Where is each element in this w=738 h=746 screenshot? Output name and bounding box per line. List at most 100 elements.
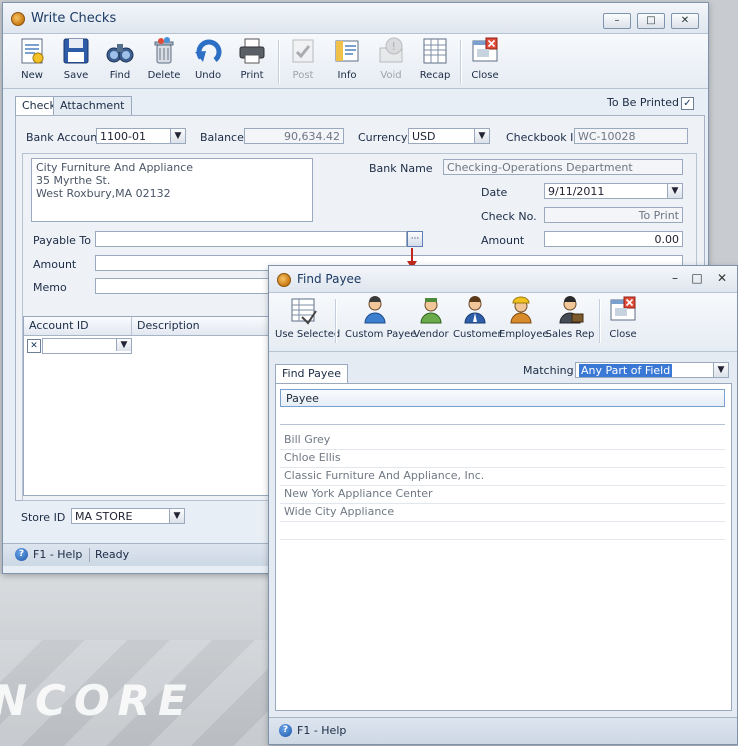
account-id-cell-select[interactable]: ▼ [42,338,132,354]
info-icon [332,36,362,66]
find-title-bar[interactable]: Find Payee – □ ✕ [269,266,737,293]
new-button[interactable]: New [10,36,54,81]
customer-label: Customer [453,329,502,340]
find-payee-ellipsis-button[interactable]: ··· [407,231,423,247]
to-be-printed-checkbox[interactable]: ✓ [681,97,694,110]
chevron-down-icon[interactable]: ▼ [713,363,728,377]
store-id-value: MA STORE [75,510,133,523]
tab-attachment[interactable]: Attachment [53,96,132,115]
column-account-id[interactable]: Account ID [24,317,132,335]
undo-button[interactable]: Undo [186,36,230,81]
binoculars-icon [105,36,135,66]
employee-label: Employee [499,329,549,340]
date-label: Date [481,186,508,199]
ready-status: Ready [95,548,130,561]
find-minimize-button[interactable]: – [667,270,683,286]
address-line-1: City Furniture And Appliance [36,161,194,174]
close-window-button[interactable]: ✕ [671,13,699,29]
employee-icon [506,295,536,325]
sales-rep-label: Sales Rep [545,329,595,340]
void-icon: ! [376,36,406,66]
address-line-2: 35 Myrthe St. [36,174,111,187]
custom-payee-button[interactable]: Custom Payee [345,295,416,340]
minimize-button[interactable]: – [603,13,631,29]
find-button[interactable]: Find [98,36,142,81]
vendor-label: Vendor [413,329,449,340]
matching-select[interactable]: Any Part of Field ▼ [575,362,729,378]
list-item[interactable]: New York Appliance Center [280,485,725,504]
find-help-status[interactable]: F1 - Help [297,724,346,737]
post-button[interactable]: Post [281,36,325,81]
payable-to-label: Payable To [33,234,92,247]
info-label: Info [337,70,357,81]
delete-label: Delete [147,70,181,81]
employee-button[interactable]: Employee [499,295,549,340]
list-item[interactable]: Bill Grey [280,431,725,450]
chevron-down-icon[interactable]: ▼ [667,184,682,198]
trash-can-icon [149,36,179,66]
bank-account-select[interactable]: 1100-01 ▼ [96,128,186,144]
info-button[interactable]: Info [325,36,369,81]
chevron-down-icon[interactable]: ▼ [169,509,184,523]
customer-button[interactable]: Customer [453,295,502,340]
find-close-button[interactable]: Close [601,295,645,340]
custom-payee-icon [360,295,390,325]
delete-button[interactable]: Delete [142,36,186,81]
floppy-disk-icon [61,36,91,66]
main-toolbar: New Save Find Delete Undo Print Post Inf… [3,34,708,89]
find-app-icon [277,273,291,287]
date-picker[interactable]: 9/11/2011 ▼ [544,183,683,199]
row-delete-marker[interactable]: ✕ [27,339,41,353]
column-payee[interactable]: Payee [280,389,725,407]
date-value: 9/11/2011 [548,185,605,198]
recap-button[interactable]: Recap [413,36,457,81]
amount-right-field[interactable]: 0.00 [544,231,683,247]
amount-right-label: Amount [481,234,525,247]
currency-value: USD [412,130,436,143]
chevron-down-icon[interactable]: ▼ [474,129,489,143]
save-button[interactable]: Save [54,36,98,81]
check-no-field: To Print [544,207,683,223]
print-label: Print [240,70,264,81]
matching-value: Any Part of Field [579,364,673,377]
vendor-button[interactable]: Vendor [409,295,453,340]
currency-select[interactable]: USD ▼ [408,128,490,144]
use-selected-button[interactable]: Use Selected [275,295,340,340]
post-icon [288,36,318,66]
chevron-down-icon[interactable]: ▼ [116,339,131,351]
maximize-button[interactable]: □ [637,13,665,29]
sales-rep-button[interactable]: Sales Rep [545,295,595,340]
new-label: New [21,70,43,81]
toolbar-separator [335,299,337,343]
help-status[interactable]: F1 - Help [33,548,82,561]
close-button[interactable]: Close [463,36,507,81]
find-close-label: Close [609,329,637,340]
checkbook-id-field: WC-10028 [574,128,688,144]
print-button[interactable]: Print [230,36,274,81]
find-close-window-button[interactable]: ✕ [714,270,730,286]
find-window-title: Find Payee [297,272,362,286]
void-button[interactable]: ! Void [369,36,413,81]
payee-address-box[interactable]: City Furniture And Appliance 35 Myrthe S… [31,158,313,222]
window-title: Write Checks [31,11,117,26]
store-id-select[interactable]: MA STORE ▼ [71,508,185,524]
payable-to-input[interactable] [95,231,407,247]
list-item[interactable]: Classic Furniture And Appliance, Inc. [280,467,725,486]
list-item[interactable]: Wide City Appliance [280,503,725,522]
undo-label: Undo [194,70,222,81]
help-icon[interactable]: ? [15,548,28,561]
toolbar-separator [278,40,280,84]
find-maximize-button[interactable]: □ [689,270,705,286]
title-bar[interactable]: Write Checks – □ ✕ [3,3,708,34]
vendor-icon [416,295,446,325]
close-window-icon [608,295,638,325]
sales-rep-icon [555,295,585,325]
find-status-bar: ? F1 - Help [269,717,737,744]
chevron-down-icon[interactable]: ▼ [170,129,185,143]
bank-name-field: Checking-Operations Department [443,159,683,175]
list-item[interactable]: Chloe Ellis [280,449,725,468]
post-label: Post [292,70,314,81]
status-divider [89,548,90,562]
help-icon[interactable]: ? [279,724,292,737]
tab-find-payee[interactable]: Find Payee [275,364,348,384]
